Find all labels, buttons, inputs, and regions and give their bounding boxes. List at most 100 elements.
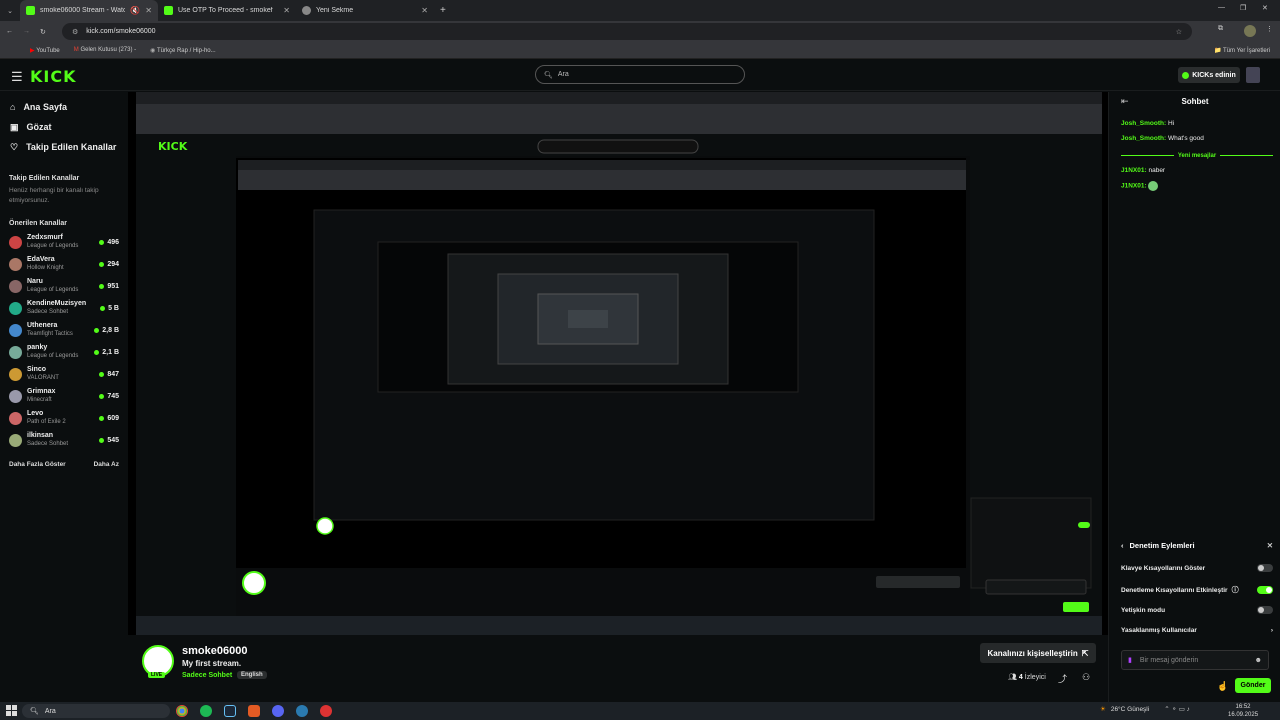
compass-icon: ▣ [10,121,19,132]
live-dot-icon [99,393,105,399]
recommended-channel[interactable]: Zedxsmurf League of Legends 496 [0,231,128,253]
spotify-icon[interactable] [200,705,212,717]
recommended-heading: Önerilen Kanallar [9,220,67,227]
bookmark-rap[interactable]: ◉ Türkçe Rap / Hip-ho... [150,47,216,54]
maximize-icon[interactable]: ❐ [1240,4,1246,12]
heart-icon: ♡ [10,141,19,152]
external-link-icon: ⇱ [1081,648,1089,658]
back-arrow-icon[interactable]: ‹ [1121,541,1124,550]
bookmark-youtube[interactable]: ▶ YouTube [30,47,60,54]
forward-icon[interactable]: → [23,28,30,35]
channel-avatar [9,433,22,447]
mute-icon[interactable]: 🔇 [130,6,140,15]
recommended-channel[interactable]: Grimnax Minecraft 745 [0,385,128,407]
mod-row-adult-mode[interactable]: Yetişkin modu [1121,606,1273,614]
weather-icon: ☀ [1100,706,1106,713]
tab-otp[interactable]: Use OTP To Proceed - smokef ✕ [158,0,296,21]
app-icon[interactable] [248,705,260,717]
discord-icon[interactable] [272,705,284,717]
weather-text[interactable]: 26°C Güneşli [1111,706,1149,713]
collapse-chat-icon[interactable]: ⇤ [1121,96,1129,107]
home-icon: ⌂ [10,102,16,112]
mod-row-enable-shortcuts[interactable]: Denetleme Kısayollarını Etkinleştir ⓘ [1121,585,1273,595]
followed-note: Henüz herhangi bir kanalı takip etmiyors… [9,187,99,204]
viewer-count: 609 [99,415,119,422]
url-bar[interactable]: ⚙ kick.com/smoke06000 ☆ [62,23,1192,40]
nav-browse[interactable]: ▣ Gözat [0,117,128,137]
reload-icon[interactable]: ↻ [40,28,46,36]
send-button[interactable]: Gönder [1235,678,1271,693]
nav-home[interactable]: ⌂ Ana Sayfa [0,97,128,117]
user-avatar[interactable] [1246,67,1260,83]
tab-stream[interactable]: smoke06000 Stream - Watc 🔇 ✕ [20,0,158,21]
emoji-icon[interactable]: ☻ [1255,657,1262,664]
recommended-channel[interactable]: Naru League of Legends 951 [0,275,128,297]
toggle-switch[interactable] [1257,606,1273,614]
recommended-channel[interactable]: ilkinsan Sadece Sohbet 545 [0,429,128,451]
mod-row-banned-users[interactable]: Yasaklanmış Kullanıcılar › [1121,627,1273,634]
recommended-channel[interactable]: Sinco VALORANT 847 [0,363,128,385]
show-more-link[interactable]: Daha Fazla Göster [9,461,66,468]
tab-new[interactable]: Yeni Sekme ✕ [296,0,434,21]
close-window-icon[interactable]: ✕ [1262,4,1268,12]
mod-row-shortcuts[interactable]: Klavye Kısayollarını Göster [1121,564,1273,572]
stream-category[interactable]: Sadece Sohbet [182,672,232,679]
chrome-icon[interactable] [176,705,188,717]
channel-name[interactable]: smoke06000 [182,645,247,657]
kick-logo[interactable]: KICK [30,67,77,86]
recommended-channel[interactable]: panky League of Legends 2,1 B [0,341,128,363]
bookmark-star-icon[interactable]: ☆ [1176,28,1182,36]
recommended-channel[interactable]: KendineMuzisyen Sadece Sohbet 5 B [0,297,128,319]
video-player[interactable]: KICK [128,92,1108,635]
channel-name: Sinco [27,366,47,373]
menu-hamburger-icon[interactable]: ☰ [11,69,23,85]
channel-avatar [9,345,22,359]
close-tab-icon[interactable]: ✕ [283,6,290,15]
steam-icon[interactable] [224,705,236,717]
tray-icons[interactable]: ⌃ ⚬ ▭ ♪ [1164,705,1190,713]
chat-input[interactable]: ▮ Bir mesaj gönderin ☻ [1121,650,1269,670]
kicks-button[interactable]: KICKs edinin [1178,67,1240,83]
live-badge: LIVE [148,672,166,678]
share-icon[interactable]: ⤴ [1058,672,1067,685]
channel-game: Minecraft [27,397,52,403]
recommended-channel[interactable]: Uthenera Teamfight Tactics 2,8 B [0,319,128,341]
app-icon[interactable] [320,705,332,717]
kick-favicon-icon [26,6,35,15]
bookmark-gmail[interactable]: M Gelen Kutusu (273) - [74,47,136,53]
channel-game: Hollow Knight [27,265,64,271]
browser-tab-bar: ⌄ smoke06000 Stream - Watc 🔇 ✕ Use OTP T… [0,0,1280,21]
close-icon[interactable]: ✕ [1267,541,1273,550]
clock[interactable]: 16:52 16.09.2025 [1228,703,1258,719]
clip-icon[interactable]: ⚇ [1082,672,1090,683]
browser-menu-icon[interactable]: ⋮ [1266,25,1273,33]
profile-avatar[interactable] [1244,25,1256,37]
channel-name: KendineMuzisyen [27,300,87,307]
taskbar-search[interactable]: 🔍︎ Ara [22,704,170,718]
customize-channel-button[interactable]: Kanalınızı kişiselleştirin ⇱ [980,643,1096,663]
search-input[interactable]: 🔍︎ Ara [535,65,745,84]
all-bookmarks[interactable]: 📁 Tüm Yer İşaretleri [1214,47,1270,54]
toggle-switch[interactable] [1257,586,1273,594]
extensions-icon[interactable]: ⧉ [1218,25,1223,33]
minimize-icon[interactable]: — [1218,4,1225,11]
tab-list-icon[interactable]: ⌄ [0,7,20,15]
viewers-icon: 👥︎ [1008,674,1017,681]
close-tab-icon[interactable]: ✕ [421,6,428,15]
back-icon[interactable]: ← [6,28,13,35]
windows-taskbar: 🔍︎ Ara ☀ 26°C Güneşli ⌃ ⚬ ▭ ♪ 16:52 16.0… [0,702,1280,720]
app-icon[interactable] [296,705,308,717]
nav-following[interactable]: ♡ Takip Edilen Kanallar [0,137,128,157]
new-tab-icon[interactable]: + [440,5,446,16]
bookmarks-bar: ▶ YouTube M Gelen Kutusu (273) - ◉ Türkç… [0,42,1280,59]
language-tag[interactable]: English [237,671,267,679]
toggle-switch[interactable] [1257,564,1273,572]
recommended-channel[interactable]: EdaVera Hollow Knight 294 [0,253,128,275]
close-tab-icon[interactable]: ✕ [145,6,152,15]
viewer-count: 951 [99,283,119,290]
show-less-link[interactable]: Daha Az [94,461,119,468]
site-info-icon[interactable]: ⚙ [72,28,78,36]
live-dot-icon [99,371,105,377]
windows-start-icon[interactable] [6,705,17,716]
recommended-channel[interactable]: Levo Path of Exile 2 609 [0,407,128,429]
